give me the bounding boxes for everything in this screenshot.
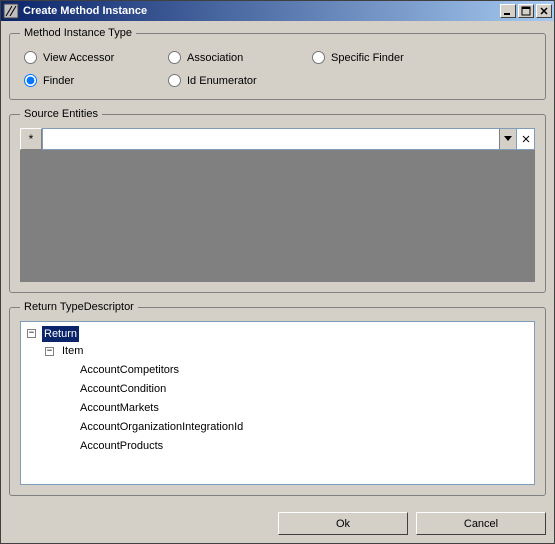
tree-node[interactable]: AccountCondition: [63, 381, 168, 397]
expander-icon[interactable]: −: [45, 347, 54, 356]
tree-node[interactable]: AccountProducts: [63, 438, 165, 454]
radio-grid: View Accessor Association Specific Finde…: [20, 47, 535, 89]
tree-node-return[interactable]: − Return: [27, 326, 79, 342]
expander-icon[interactable]: −: [27, 329, 36, 338]
tree-node[interactable]: AccountOrganizationIntegrationId: [63, 419, 245, 435]
radio-label[interactable]: View Accessor: [43, 52, 114, 64]
radio-input[interactable]: [168, 51, 181, 64]
source-entity-combo[interactable]: [42, 128, 517, 150]
tree-container: − Return − Item Acco: [20, 321, 535, 485]
app-icon: [3, 3, 19, 19]
tree-label[interactable]: AccountCondition: [78, 381, 168, 397]
chevron-down-icon[interactable]: [499, 129, 516, 149]
tree-label[interactable]: AccountMarkets: [78, 400, 161, 416]
tree-label[interactable]: AccountProducts: [78, 438, 165, 454]
radio-input[interactable]: [168, 74, 181, 87]
ok-button[interactable]: Ok: [278, 512, 408, 535]
source-grid-body: [20, 150, 535, 282]
radio-label[interactable]: Specific Finder: [331, 52, 404, 64]
window-controls: [500, 4, 552, 18]
radio-view-accessor[interactable]: View Accessor: [24, 51, 164, 64]
titlebar: Create Method Instance: [1, 1, 554, 21]
radio-label[interactable]: Association: [187, 52, 243, 64]
window-title: Create Method Instance: [23, 5, 500, 17]
radio-association[interactable]: Association: [168, 51, 308, 64]
cancel-button[interactable]: Cancel: [416, 512, 546, 535]
source-entities-group: Source Entities *: [9, 108, 546, 293]
dialog-window: Create Method Instance Method Instance T…: [0, 0, 555, 544]
tree-label[interactable]: Item: [60, 343, 85, 359]
tree-label[interactable]: AccountOrganizationIntegrationId: [78, 419, 245, 435]
dialog-content: Method Instance Type View Accessor Assoc…: [1, 21, 554, 543]
tree-node[interactable]: AccountCompetitors: [63, 362, 181, 378]
maximize-button[interactable]: [518, 4, 534, 18]
tree-node-item[interactable]: − Item: [45, 343, 85, 359]
radio-finder[interactable]: Finder: [24, 74, 164, 87]
tree-node[interactable]: AccountMarkets: [63, 400, 161, 416]
button-row: Ok Cancel: [9, 504, 546, 535]
group-label: Source Entities: [20, 108, 102, 120]
radio-id-enumerator[interactable]: Id Enumerator: [168, 74, 308, 87]
new-row-marker: *: [20, 128, 42, 150]
radio-label[interactable]: Finder: [43, 75, 74, 87]
remove-row-button[interactable]: [517, 128, 535, 150]
radio-specific-finder[interactable]: Specific Finder: [312, 51, 452, 64]
group-label: Method Instance Type: [20, 27, 136, 39]
group-label: Return TypeDescriptor: [20, 301, 138, 313]
return-tree[interactable]: − Return − Item Acco: [25, 324, 530, 454]
method-instance-type-group: Method Instance Type View Accessor Assoc…: [9, 27, 546, 100]
tree-label[interactable]: AccountCompetitors: [78, 362, 181, 378]
radio-label[interactable]: Id Enumerator: [187, 75, 257, 87]
source-new-row: *: [20, 128, 535, 150]
tree-label[interactable]: Return: [42, 326, 79, 342]
radio-input[interactable]: [24, 51, 37, 64]
return-type-descriptor-group: Return TypeDescriptor − Return: [9, 301, 546, 496]
minimize-button[interactable]: [500, 4, 516, 18]
source-entity-input[interactable]: [43, 129, 499, 149]
source-entities-area: *: [20, 128, 535, 282]
radio-input[interactable]: [24, 74, 37, 87]
radio-input[interactable]: [312, 51, 325, 64]
close-button[interactable]: [536, 4, 552, 18]
